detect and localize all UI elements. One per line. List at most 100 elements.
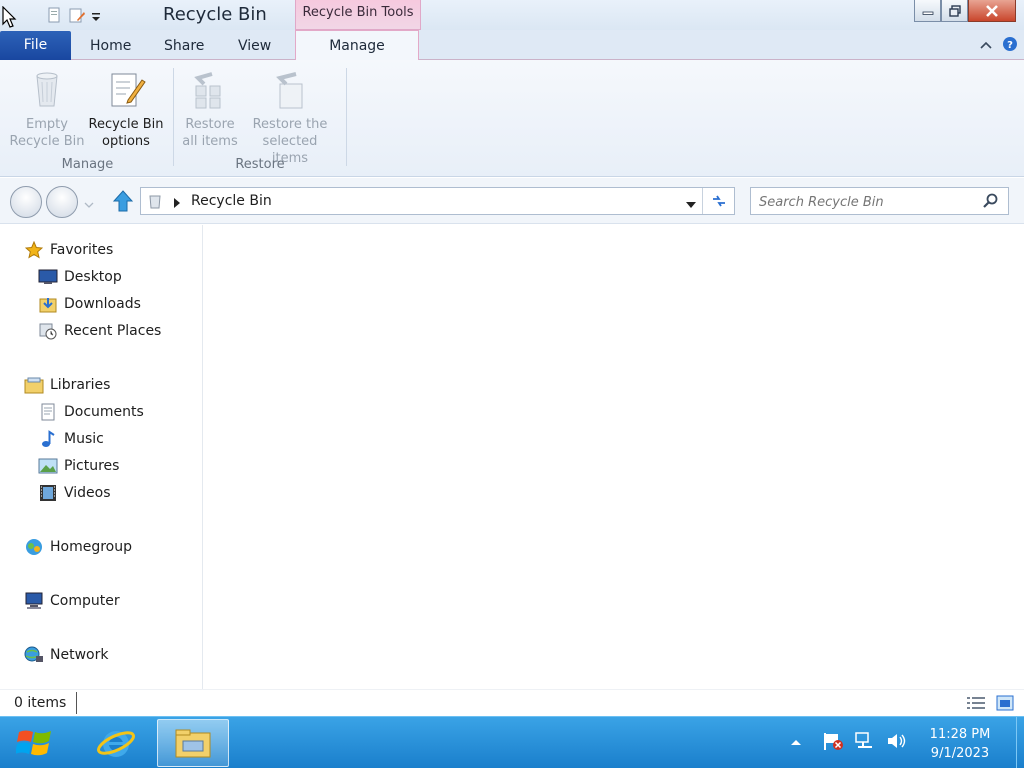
ribbon-tab-row [0, 30, 1024, 60]
nav-item-desktop[interactable]: Desktop [38, 268, 122, 286]
nav-label: Videos [64, 485, 111, 501]
tab-share[interactable]: Share [164, 38, 204, 54]
start-button[interactable] [0, 717, 70, 768]
tab-manage[interactable]: Manage [295, 30, 419, 61]
context-tab-group-label: Recycle Bin Tools [295, 0, 421, 30]
nav-label: Music [64, 431, 104, 447]
nav-label: Desktop [64, 269, 122, 285]
pictures-icon [38, 457, 58, 475]
back-button[interactable] [10, 186, 42, 218]
system-tray [790, 731, 908, 755]
nav-item-pictures[interactable]: Pictures [38, 457, 119, 475]
clock-time: 11:28 PM [929, 727, 991, 742]
taskbar: 11:28 PM 9/1/2023 [0, 716, 1024, 768]
ribbon-right-controls: ? [980, 36, 1018, 56]
show-hidden-icons-icon[interactable] [790, 735, 802, 751]
tab-file[interactable]: File [0, 31, 71, 60]
nav-item-computer[interactable]: Computer [24, 592, 120, 610]
new-folder-icon[interactable] [68, 6, 85, 24]
refresh-icon [712, 195, 725, 207]
nav-item-documents[interactable]: Documents [38, 403, 144, 421]
large-icons-view-icon[interactable] [996, 694, 1014, 716]
nav-item-videos[interactable]: Videos [38, 484, 111, 502]
computer-icon [24, 592, 44, 610]
recycle-bin-options-button[interactable]: Recycle Bin options [87, 68, 165, 150]
restore-all-label-2: all items [182, 134, 238, 149]
restore-button[interactable] [941, 0, 968, 22]
nav-label: Documents [64, 404, 144, 420]
recycle-bin-small-icon [147, 193, 163, 213]
network-tray-icon[interactable] [854, 731, 876, 755]
restore-all-items-button[interactable]: Restore all items [171, 68, 249, 150]
close-button[interactable] [968, 0, 1016, 22]
nav-item-homegroup[interactable]: Homegroup [24, 538, 132, 556]
navigation-pane: Favorites Desktop Downloads Recent Place… [0, 225, 203, 690]
address-path[interactable]: Recycle Bin [191, 193, 272, 209]
properties-icon[interactable] [46, 6, 62, 24]
tab-home[interactable]: Home [90, 38, 131, 54]
nav-label: Computer [50, 593, 120, 609]
nav-label: Recent Places [64, 323, 162, 339]
nav-label: Pictures [64, 458, 120, 474]
restore-window-icon [948, 4, 961, 17]
file-explorer-folder-icon [175, 729, 211, 758]
nav-item-recent-places[interactable]: Recent Places [38, 322, 161, 340]
volume-icon[interactable] [886, 731, 908, 755]
restore-all-icon [190, 68, 230, 110]
star-icon [24, 241, 44, 259]
customize-qat-dropdown-icon[interactable] [90, 6, 106, 24]
videos-film-icon [38, 484, 58, 502]
file-list-area[interactable] [204, 225, 1024, 690]
restore-group-label: Restore [235, 157, 285, 172]
empty-recycle-bin-label-1: Empty [26, 117, 68, 132]
status-separator [76, 692, 77, 714]
status-bar: 0 items [0, 689, 1024, 716]
taskbar-internet-explorer[interactable] [80, 719, 152, 767]
restore-selected-items-button[interactable]: Restore the selected items [243, 68, 337, 167]
ribbon: Empty Recycle Bin Recycle Bin options Ma… [0, 60, 1024, 177]
internet-explorer-icon [97, 731, 135, 757]
recycle-bin-options-label-2: options [102, 134, 150, 149]
nav-item-network[interactable]: Network [24, 646, 108, 664]
minimize-button[interactable] [914, 0, 941, 22]
search-input[interactable] [759, 192, 979, 212]
ribbon-group-separator [346, 68, 347, 166]
nav-item-downloads[interactable]: Downloads [38, 295, 141, 313]
address-dropdown-icon[interactable] [686, 197, 696, 213]
details-view-icon[interactable] [966, 695, 986, 715]
help-icon[interactable]: ? [1002, 36, 1018, 56]
recent-places-icon [38, 322, 58, 340]
nav-label: Downloads [64, 296, 141, 312]
up-arrow-icon[interactable] [112, 189, 134, 217]
cursor-arrow-icon [2, 5, 18, 28]
homegroup-icon [24, 538, 44, 556]
clock[interactable]: 11:28 PM 9/1/2023 [920, 725, 1000, 763]
forward-button[interactable] [46, 186, 78, 218]
documents-icon [38, 403, 58, 421]
nav-item-libraries[interactable]: Libraries [24, 376, 110, 394]
refresh-button[interactable] [702, 188, 734, 214]
clock-date: 9/1/2023 [930, 746, 990, 761]
empty-recycle-bin-button[interactable]: Empty Recycle Bin [8, 68, 86, 150]
show-desktop-button[interactable] [1016, 717, 1024, 768]
nav-label: Favorites [50, 242, 114, 258]
recycle-bin-options-label-1: Recycle Bin [88, 117, 164, 132]
close-icon [986, 4, 998, 17]
search-icon[interactable] [982, 193, 998, 213]
svg-text:?: ? [1007, 40, 1013, 51]
window-controls [914, 0, 1016, 22]
tab-view[interactable]: View [238, 38, 271, 54]
nav-item-music[interactable]: Music [38, 430, 104, 448]
restore-all-label-1: Restore [185, 117, 235, 132]
properties-pencil-icon [106, 68, 146, 110]
nav-item-favorites[interactable]: Favorites [24, 241, 113, 259]
taskbar-file-explorer[interactable] [157, 719, 229, 767]
address-bar[interactable]: Recycle Bin [140, 187, 735, 215]
breadcrumb-chevron-icon[interactable] [173, 196, 181, 212]
nav-label: Network [50, 647, 109, 663]
minimize-ribbon-icon[interactable] [980, 38, 992, 54]
window-title: Recycle Bin [163, 4, 267, 25]
search-box[interactable] [750, 187, 1009, 215]
action-center-flag-icon[interactable] [822, 731, 844, 755]
recent-locations-dropdown-icon[interactable] [84, 197, 94, 213]
